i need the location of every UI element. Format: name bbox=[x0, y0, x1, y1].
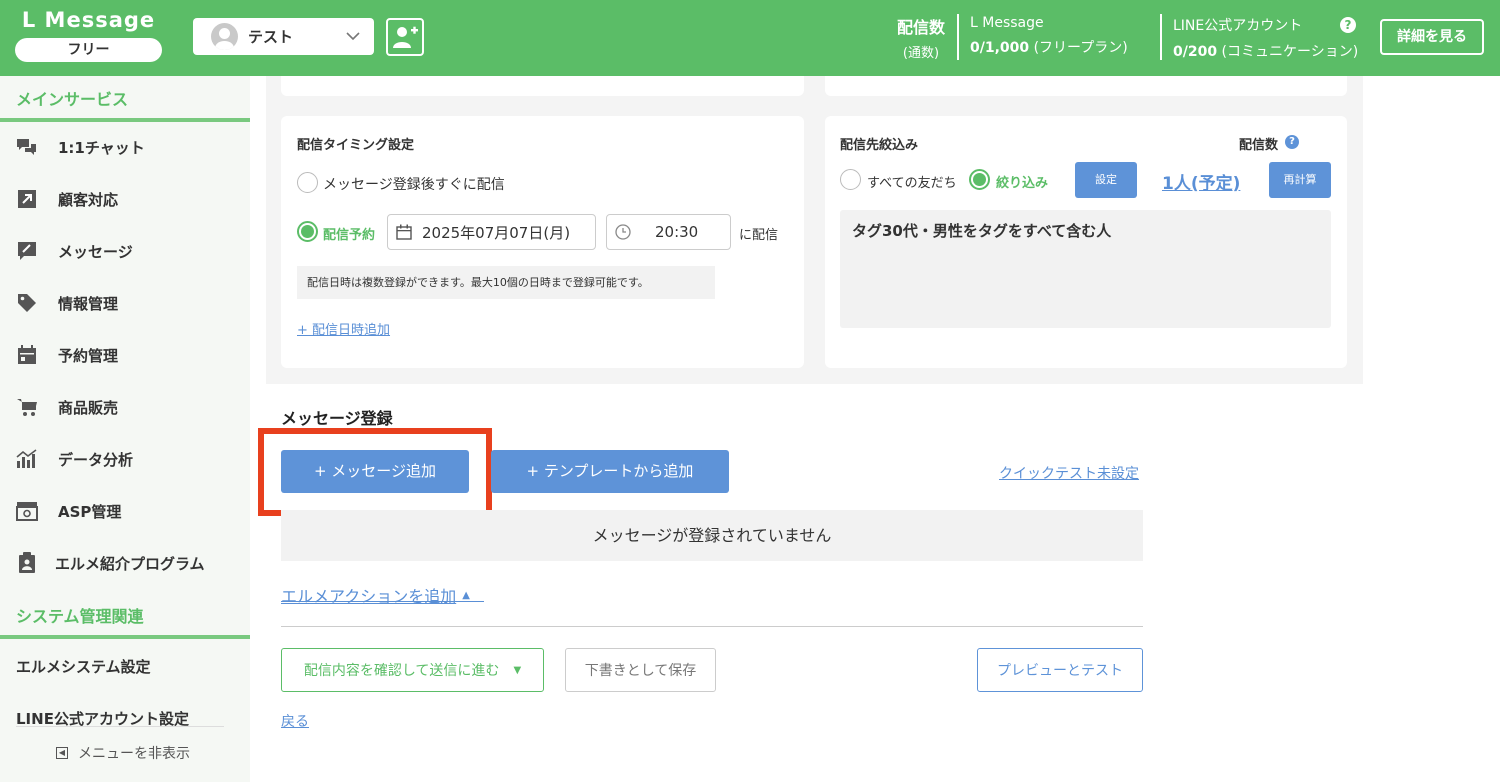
option-scheduled-label: 配信予約 bbox=[323, 228, 376, 243]
sidebar-item-label: 商品販売 bbox=[58, 398, 119, 417]
cart-icon bbox=[16, 396, 38, 418]
time-input[interactable]: 20:30 bbox=[606, 214, 731, 250]
caret-up-icon: ▲ bbox=[462, 589, 470, 601]
sidebar-item-referral[interactable]: エルメ紹介プログラム bbox=[0, 543, 250, 583]
calendar-icon bbox=[16, 344, 38, 366]
sidebar-item-label: データ分析 bbox=[58, 450, 134, 469]
sidebar-item-message[interactable]: メッセージ bbox=[0, 231, 250, 271]
account-selector[interactable]: テスト bbox=[193, 18, 374, 55]
tag-icon bbox=[16, 292, 38, 314]
target-title: 配信先絞込み bbox=[840, 138, 919, 153]
help-icon[interactable]: ? bbox=[1340, 17, 1356, 33]
date-input[interactable]: 2025年07月07日(月) bbox=[387, 214, 596, 250]
add-user-icon bbox=[393, 26, 418, 48]
sidebar-item-asp[interactable]: ASP管理 bbox=[0, 491, 250, 531]
help-icon[interactable]: ? bbox=[1285, 135, 1299, 149]
delivery-count-label: 配信数 (通数) bbox=[896, 18, 945, 61]
save-draft-button[interactable]: 下書きとして保存 bbox=[565, 648, 716, 692]
chart-icon bbox=[16, 448, 38, 470]
collapse-icon: ◀ bbox=[56, 747, 68, 759]
sidebar-item-label: 予約管理 bbox=[58, 346, 119, 365]
avatar bbox=[211, 23, 238, 50]
sidebar-item-label: エルメ紹介プログラム bbox=[55, 554, 205, 573]
clipboard-icon bbox=[16, 552, 38, 574]
radio-scheduled[interactable] bbox=[297, 221, 318, 242]
add-action-link[interactable]: エルメアクションを追加 ▲ bbox=[281, 583, 470, 607]
card-top-right bbox=[825, 76, 1347, 96]
target-count-value[interactable]: 1人(予定) bbox=[1162, 169, 1240, 194]
box-icon bbox=[16, 500, 38, 522]
sidebar-item-label: 1:1チャット bbox=[58, 138, 145, 157]
delivery-suffix: に配信 bbox=[739, 228, 779, 243]
add-message-button[interactable]: + メッセージ追加 bbox=[281, 450, 469, 493]
sidebar-item-label: 情報管理 bbox=[58, 294, 119, 313]
time-value: 20:30 bbox=[655, 223, 699, 241]
section-main-services: メインサービス bbox=[16, 90, 129, 109]
sidebar-item-sales[interactable]: 商品販売 bbox=[0, 387, 250, 427]
quick-test-link[interactable]: クイックテスト未設定 bbox=[999, 463, 1139, 483]
add-action-label: エルメアクションを追加 bbox=[281, 587, 457, 606]
back-link[interactable]: 戻る bbox=[281, 711, 309, 731]
divider bbox=[957, 14, 959, 60]
brand-title: L Message bbox=[21, 8, 156, 32]
sidebar-item-chat[interactable]: 1:1チャット bbox=[0, 127, 250, 167]
divider bbox=[16, 726, 224, 727]
brand[interactable]: L Message フリー bbox=[15, 8, 162, 62]
add-datetime-link[interactable]: + 配信日時追加 bbox=[297, 319, 390, 338]
radio-all-friends[interactable] bbox=[840, 169, 861, 190]
preview-test-button[interactable]: プレビューとテスト bbox=[977, 648, 1143, 692]
sidebar-item-reservation[interactable]: 予約管理 bbox=[0, 335, 250, 375]
sidebar-item-info[interactable]: 情報管理 bbox=[0, 283, 250, 323]
top-header: L Message フリー テスト 配信数 (通数) L Message 0/1… bbox=[0, 0, 1500, 76]
line-usage: LINE公式アカウント 0/200 (コミュニケーション) bbox=[1173, 18, 1359, 60]
section-divider bbox=[0, 635, 250, 639]
plan-badge: フリー bbox=[15, 38, 162, 62]
view-details-button[interactable]: 詳細を見る bbox=[1380, 19, 1484, 55]
timing-title: 配信タイミング設定 bbox=[297, 138, 415, 153]
divider bbox=[1160, 14, 1162, 60]
lmessage-usage: L Message 0/1,000 (フリープラン) bbox=[970, 15, 1128, 56]
radio-filter[interactable] bbox=[969, 169, 990, 190]
link-underline bbox=[281, 601, 484, 602]
hide-menu-label: メニューを非表示 bbox=[78, 746, 190, 762]
date-value: 2025年07月07日(月) bbox=[422, 223, 571, 242]
clock-icon bbox=[615, 224, 631, 240]
sidebar-item-customer[interactable]: 顧客対応 bbox=[0, 179, 250, 219]
sidebar: メインサービス 1:1チャット 顧客対応 メッセージ 情報管理 予約管理 商品販… bbox=[0, 76, 250, 782]
radio-immediate[interactable] bbox=[297, 172, 318, 193]
option-filter-label: 絞り込み bbox=[996, 176, 1049, 191]
message-icon bbox=[16, 240, 38, 262]
target-count-label: 配信数 bbox=[1239, 138, 1279, 153]
arrow-icon bbox=[16, 188, 38, 210]
empty-message-state: メッセージが登録されていません bbox=[281, 510, 1143, 561]
add-user-button[interactable] bbox=[386, 18, 424, 56]
option-all-label: すべての友だち bbox=[867, 176, 957, 191]
option-immediate-label: メッセージ登録後すぐに配信 bbox=[323, 177, 505, 193]
filter-settings-button[interactable]: 設定 bbox=[1075, 162, 1137, 198]
add-from-template-button[interactable]: + テンプレートから追加 bbox=[491, 450, 729, 493]
section-system: システム管理関連 bbox=[16, 607, 144, 626]
confirm-send-label: 配信内容を確認して送信に進む bbox=[303, 663, 500, 679]
calendar-icon bbox=[396, 224, 412, 240]
sidebar-item-analytics[interactable]: データ分析 bbox=[0, 439, 250, 479]
hide-menu-toggle[interactable]: ◀ メニューを非表示 bbox=[56, 743, 190, 763]
sidebar-item-label: メッセージ bbox=[58, 242, 133, 261]
caret-down-icon: ▼ bbox=[513, 664, 522, 676]
divider bbox=[281, 626, 1143, 627]
chevron-down-icon bbox=[346, 26, 360, 50]
sidebar-item-label: ASP管理 bbox=[58, 502, 122, 521]
card-top-left bbox=[281, 76, 804, 96]
sidebar-item-system-settings[interactable]: エルメシステム設定 bbox=[16, 656, 151, 677]
filter-condition-box: タグ30代・男性をタグをすべて含む人 bbox=[840, 210, 1331, 328]
sidebar-item-label: 顧客対応 bbox=[58, 190, 119, 209]
datetime-note: 配信日時は複数登録ができます。最大10個の日時まで登録可能です。 bbox=[297, 266, 715, 299]
recalculate-button[interactable]: 再計算 bbox=[1269, 162, 1331, 198]
section-divider bbox=[0, 118, 250, 122]
account-name: テスト bbox=[248, 28, 294, 46]
chat-icon bbox=[16, 136, 38, 158]
confirm-and-send-button[interactable]: 配信内容を確認して送信に進む ▼ bbox=[281, 648, 544, 692]
message-section-title: メッセージ登録 bbox=[281, 409, 393, 428]
